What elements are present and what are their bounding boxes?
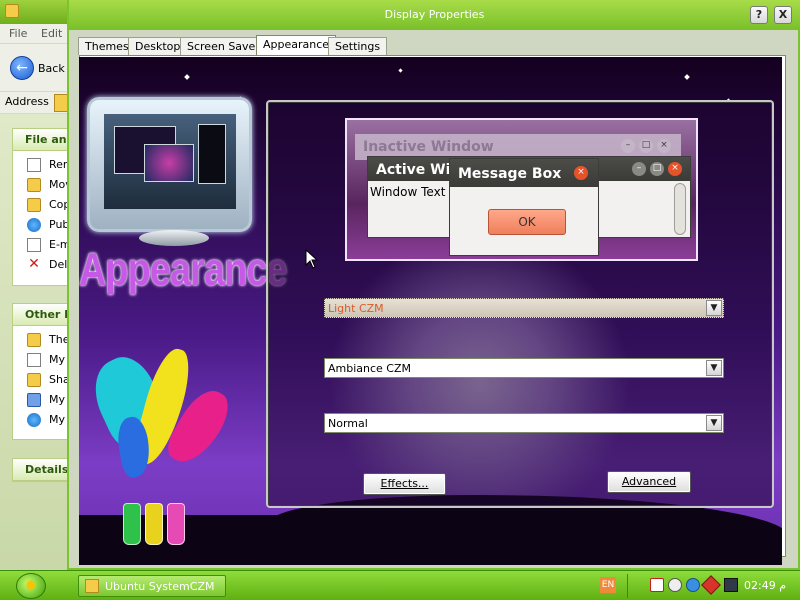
folder-icon xyxy=(27,333,41,347)
address-field[interactable] xyxy=(54,94,68,112)
place-my-computer[interactable]: My Computer xyxy=(13,390,71,410)
appearance-preview: Inactive Window – □ × Active Win – □ × W… xyxy=(345,118,698,261)
move-icon xyxy=(27,178,41,192)
star-icon xyxy=(684,74,690,80)
other-places-panel: Other Places Themes My Documents Shared … xyxy=(12,303,72,440)
help-button[interactable]: ? xyxy=(750,6,768,24)
star-icon xyxy=(398,68,403,73)
color-scheme-select[interactable]: Ambiance CZM ▼ xyxy=(324,358,724,378)
paint-bottle xyxy=(167,503,185,545)
close-icon: × xyxy=(668,162,682,176)
clock[interactable]: 02:49 م xyxy=(744,579,786,592)
ok-button-preview: OK xyxy=(488,209,566,235)
taskbar-item[interactable]: Ubuntu SystemCZM xyxy=(78,575,226,597)
task-rename[interactable]: Rename this folder xyxy=(13,155,71,175)
computer-icon xyxy=(27,393,41,407)
details-panel: Details xyxy=(12,458,72,482)
documents-icon xyxy=(27,353,41,367)
minimize-icon: – xyxy=(632,162,646,176)
chevron-down-icon[interactable]: ▼ xyxy=(706,360,722,376)
display-icon[interactable] xyxy=(724,578,738,592)
place-shared-documents[interactable]: Shared Documents xyxy=(13,370,71,390)
effects-button[interactable]: Effects... xyxy=(363,473,446,495)
task-move[interactable]: Move this folder xyxy=(13,175,71,195)
folder-icon xyxy=(5,4,19,18)
monitor-illustration xyxy=(87,97,252,232)
scrollbar xyxy=(674,183,686,235)
place-themes[interactable]: Themes xyxy=(13,330,71,350)
task-email[interactable]: E-mail this folder's files xyxy=(13,235,71,255)
paint-bottle xyxy=(145,503,163,545)
font-size-value: Normal xyxy=(328,417,368,430)
back-button-label[interactable]: Back xyxy=(38,62,65,75)
delete-icon: ✕ xyxy=(28,256,40,272)
star-icon xyxy=(184,74,190,80)
network-globe-icon[interactable] xyxy=(686,578,700,592)
copy-icon xyxy=(27,198,41,212)
taskbar-item-label: Ubuntu SystemCZM xyxy=(105,580,215,593)
windows-and-buttons-select[interactable]: Light CZM ▼ xyxy=(324,298,724,318)
chevron-down-icon[interactable]: ▼ xyxy=(706,415,722,431)
message-box-preview: Message Box × OK xyxy=(449,158,599,256)
panel-title[interactable]: File and Folder Tasks xyxy=(13,129,71,151)
dialog-title: Display Properties xyxy=(384,8,485,21)
task-publish[interactable]: Publish this folder to the Web xyxy=(13,215,71,235)
message-box-title: Message Box xyxy=(458,166,562,182)
network-icon xyxy=(27,413,41,427)
advanced-button[interactable]: Advanced xyxy=(607,471,691,493)
folder-icon xyxy=(85,579,99,593)
taskbar: ✹ Ubuntu SystemCZM EN 02:49 م xyxy=(0,570,800,600)
windows-and-buttons-value: Light CZM xyxy=(328,302,384,315)
inactive-window-title: Inactive Window xyxy=(363,139,494,155)
tray-separator xyxy=(627,574,628,598)
tab-screen-saver[interactable]: Screen Saver xyxy=(180,37,267,55)
font-size-select[interactable]: Normal ▼ xyxy=(324,413,724,433)
security-shield-icon[interactable] xyxy=(650,578,664,592)
language-indicator[interactable]: EN xyxy=(600,577,616,593)
paint-bottle xyxy=(123,503,141,545)
task-delete[interactable]: ✕Delete this folder xyxy=(13,255,71,275)
volume-icon[interactable] xyxy=(668,578,682,592)
maximize-icon: □ xyxy=(639,139,653,153)
color-scheme-value: Ambiance CZM xyxy=(328,362,412,375)
window-text: Window Text xyxy=(370,185,446,199)
panel-title[interactable]: Details xyxy=(13,459,71,481)
close-icon: × xyxy=(657,139,671,153)
appearance-banner-text: Appearance xyxy=(79,243,288,295)
mini-window xyxy=(144,144,194,182)
close-icon: × xyxy=(574,166,588,180)
publish-icon xyxy=(27,218,41,232)
maximize-icon: □ xyxy=(650,162,664,176)
tab-settings[interactable]: Settings xyxy=(328,37,388,55)
mini-window xyxy=(198,124,226,184)
active-window-title: Active Win xyxy=(376,162,461,178)
email-icon xyxy=(27,238,41,252)
tab-appearance[interactable]: Appearance xyxy=(256,35,337,56)
task-copy[interactable]: Copy this folder xyxy=(13,195,71,215)
monitor-screen xyxy=(104,114,236,209)
dialog-titlebar[interactable]: Display Properties ? X xyxy=(69,0,800,30)
folder-icon xyxy=(27,373,41,387)
update-alert-icon[interactable] xyxy=(701,575,721,595)
back-arrow-icon[interactable]: ← xyxy=(10,56,34,80)
place-my-network[interactable]: My Network Places xyxy=(13,410,71,430)
start-button[interactable]: ✹ xyxy=(16,573,46,599)
tab-desktop[interactable]: Desktop xyxy=(128,37,188,55)
menu-edit[interactable]: Edit xyxy=(41,27,62,40)
place-my-documents[interactable]: My Documents xyxy=(13,350,71,370)
chevron-down-icon[interactable]: ▼ xyxy=(706,300,722,316)
file-folder-tasks-panel: File and Folder Tasks Rename this folder… xyxy=(12,128,72,286)
menu-file[interactable]: File xyxy=(9,27,27,40)
address-label: Address xyxy=(5,95,49,108)
mouse-pointer-icon xyxy=(305,249,319,269)
rename-icon xyxy=(27,158,41,172)
panel-title[interactable]: Other Places xyxy=(13,304,71,326)
minimize-icon: – xyxy=(621,139,635,153)
explorer-task-pane: File and Folder Tasks Rename this folder… xyxy=(0,114,72,570)
close-button[interactable]: X xyxy=(774,6,792,24)
